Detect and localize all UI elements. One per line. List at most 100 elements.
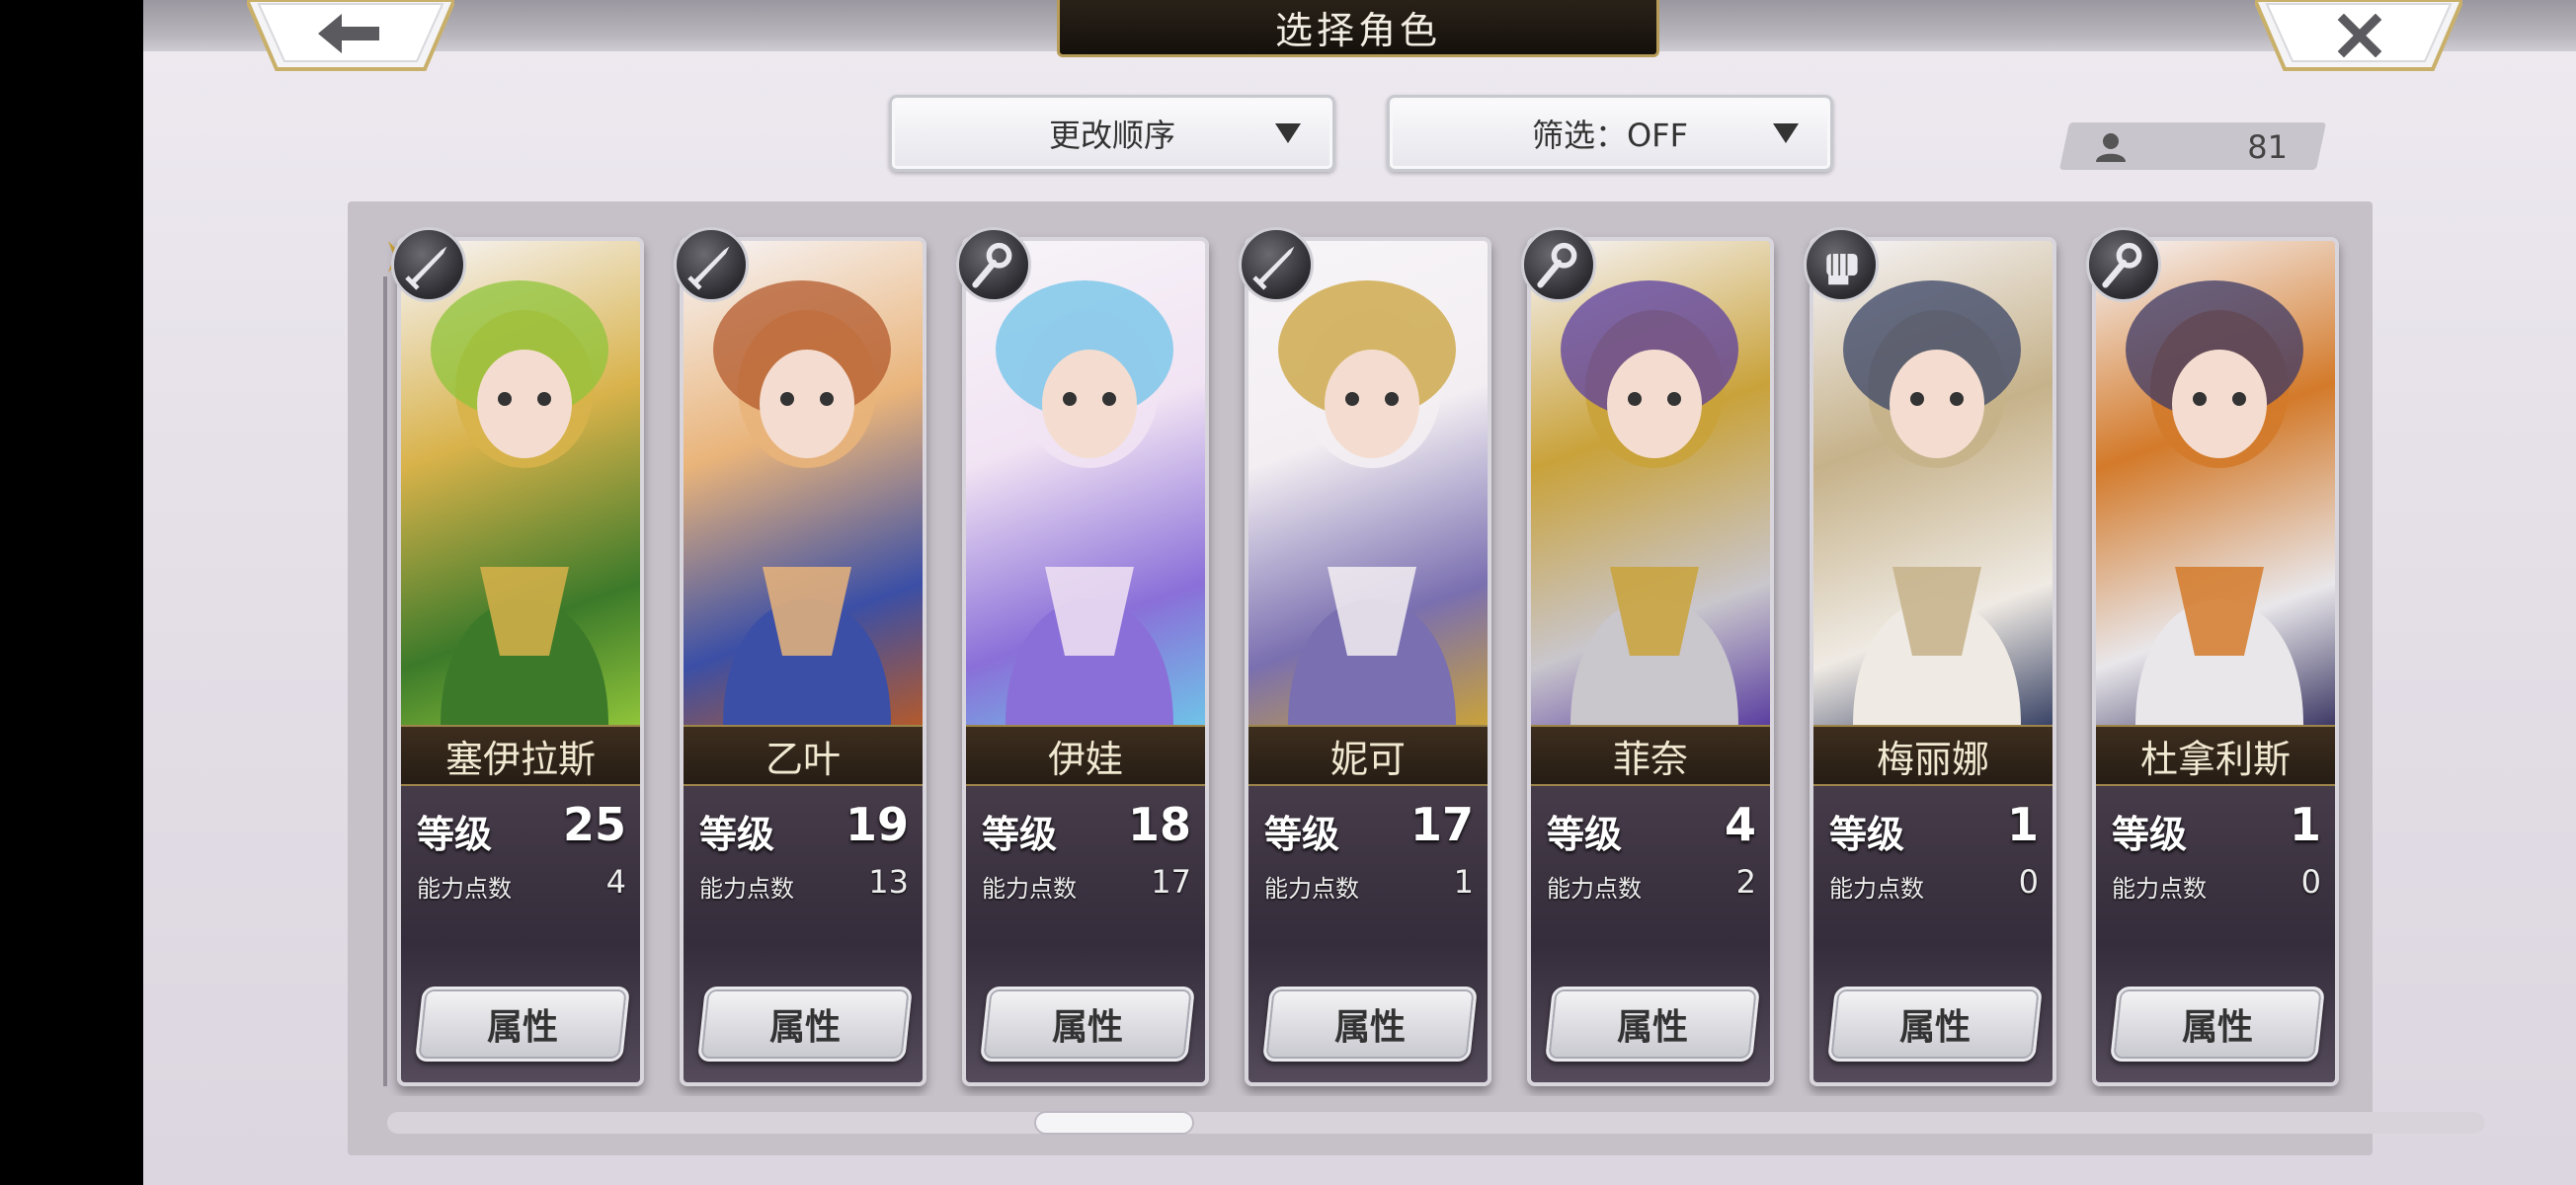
attribute-button[interactable]: 属性 [1827,987,2043,1062]
level-label: 等级 [2112,813,2188,856]
name-bar: 塞伊拉斯 [401,725,640,786]
character-card[interactable]: 杜拿利斯 等级 1 能力点数 0 属性 [2092,237,2339,1086]
ability-points-label: 能力点数 [417,875,512,903]
level-label: 等级 [982,813,1058,856]
weapon-badge [1804,227,1879,302]
character-card[interactable]: 塞伊拉斯 等级 25 能力点数 4 属性 [397,237,644,1086]
character-portrait [1813,241,2053,725]
name-bar: 乙叶 [684,725,923,786]
character-silhouette [1843,280,2021,725]
close-icon [2338,14,2381,57]
game-screen: 选择角色 更改顺序 筛选：OFF 81 塞伊拉斯 等级 25 能力点数 4 属性… [143,0,2576,1185]
name-bar: 妮可 [1248,725,1488,786]
character-silhouette [1561,280,1738,725]
character-silhouette [1278,280,1456,725]
level-value: 25 [562,798,626,851]
ability-points-label: 能力点数 [1547,875,1642,903]
ability-points-value: 1 [1453,863,1474,901]
character-portrait [401,241,640,725]
character-count-box: 81 [2058,122,2327,170]
attribute-button[interactable]: 属性 [415,987,630,1062]
character-card[interactable]: 妮可 等级 17 能力点数 1 属性 [1245,237,1491,1086]
back-button[interactable] [247,0,454,71]
level-label: 等级 [699,813,775,856]
ability-points-value: 17 [1151,863,1191,901]
character-count: 81 [2247,128,2288,166]
character-silhouette [2126,280,2303,725]
staff-icon [1537,242,1577,288]
fist-icon [1826,253,1858,285]
attribute-button[interactable]: 属性 [1262,987,1478,1062]
character-portrait [684,241,923,725]
filter-dropdown-label: 筛选：OFF [1531,117,1688,154]
level-label: 等级 [1829,813,1905,856]
chevron-down-icon [1275,123,1301,143]
character-card-list[interactable]: 塞伊拉斯 等级 25 能力点数 4 属性 乙叶 等级 19 能力点数 13 属性… [383,227,2475,1096]
attribute-button-label: 属性 [1616,1007,1688,1048]
name-bar: 菲奈 [1531,725,1770,786]
ability-points-value: 0 [2300,863,2321,901]
attribute-button-label: 属性 [1051,1007,1123,1048]
character-silhouette [996,280,1173,725]
level-label: 等级 [417,813,493,856]
character-card[interactable]: 伊娃 等级 18 能力点数 17 属性 [962,237,1209,1086]
attribute-button[interactable]: 属性 [980,987,1195,1062]
attribute-button-label: 属性 [1333,1007,1406,1048]
ability-points-label: 能力点数 [699,875,794,903]
attribute-button[interactable]: 属性 [1545,987,1760,1062]
attribute-button-label: 属性 [486,1007,558,1048]
ability-points-value: 4 [605,863,626,901]
ability-points-value: 0 [2018,863,2039,901]
character-name: 塞伊拉斯 [444,737,596,781]
arrow-left-icon [318,14,379,53]
staff-icon [972,242,1012,288]
character-portrait [2096,241,2335,725]
character-card[interactable]: 梅丽娜 等级 1 能力点数 0 属性 [1810,237,2056,1086]
sword-icon [1252,246,1295,290]
ability-points-value: 13 [868,863,909,901]
character-name: 杜拿利斯 [2139,737,2291,781]
page-title: 选择角色 [1274,9,1441,52]
character-card[interactable]: 乙叶 等级 19 能力点数 13 属性 [680,237,926,1086]
character-silhouette [431,280,608,725]
attribute-button-label: 属性 [768,1007,841,1048]
level-value: 17 [1409,798,1474,851]
ability-points-label: 能力点数 [1264,875,1359,903]
horizontal-scrollbar[interactable] [387,1112,2485,1134]
character-name: 乙叶 [765,737,841,781]
attribute-button[interactable]: 属性 [2110,987,2325,1062]
attribute-button-label: 属性 [2181,1007,2253,1048]
ability-points-label: 能力点数 [1829,875,1924,903]
sort-dropdown[interactable]: 更改顺序 [889,95,1335,172]
level-value: 18 [1127,798,1191,851]
title-plate: 选择角色 [1057,0,1659,57]
sort-dropdown-label: 更改顺序 [1048,117,1175,154]
weapon-badge [674,227,749,302]
level-value: 1 [2289,798,2321,851]
character-portrait [966,241,1205,725]
close-button[interactable] [2255,0,2462,71]
character-name: 菲奈 [1612,737,1688,781]
attribute-button-label: 属性 [1898,1007,1971,1048]
attribute-button[interactable]: 属性 [697,987,913,1062]
scrollbar-thumb[interactable] [1034,1111,1194,1135]
level-value: 1 [2006,798,2039,851]
character-card[interactable]: 菲奈 等级 4 能力点数 2 属性 [1527,237,1774,1086]
staff-icon [2102,242,2142,288]
filter-dropdown[interactable]: 筛选：OFF [1387,95,1833,172]
character-portrait [1248,241,1488,725]
character-name: 妮可 [1329,737,1406,781]
level-label: 等级 [1264,813,1340,856]
person-icon [2096,133,2126,162]
ability-points-label: 能力点数 [2112,875,2207,903]
character-silhouette [713,280,891,725]
chevron-down-icon [1773,123,1799,143]
sword-icon [405,246,447,290]
weapon-badge [956,227,1031,302]
name-bar: 梅丽娜 [1813,725,2053,786]
character-portrait [1531,241,1770,725]
ability-points-label: 能力点数 [982,875,1077,903]
level-value: 4 [1724,798,1756,851]
weapon-badge [1521,227,1596,302]
weapon-badge [2086,227,2161,302]
